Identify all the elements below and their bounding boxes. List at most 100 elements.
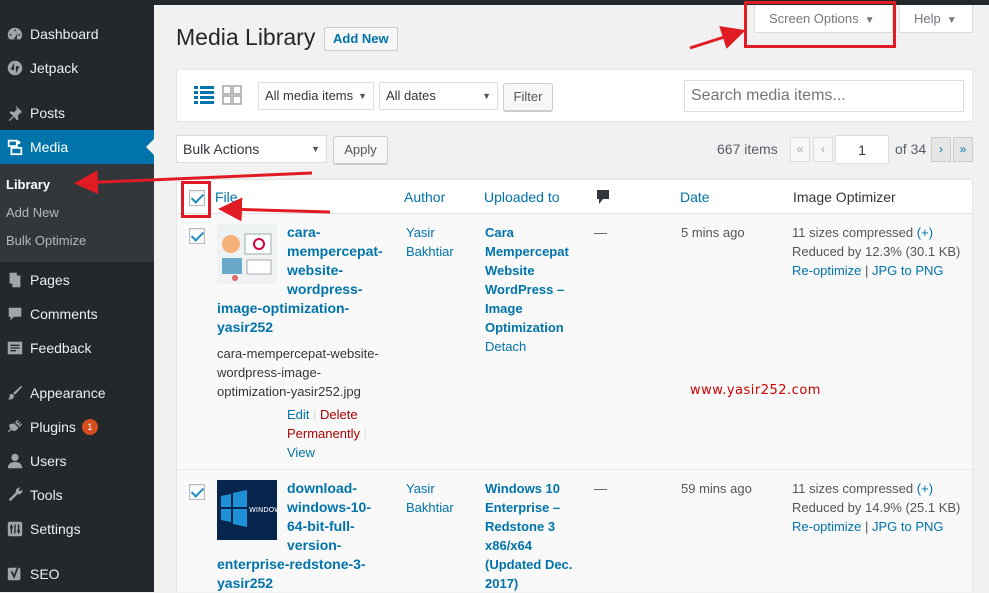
column-uploaded-to[interactable]: Uploaded to <box>484 189 560 205</box>
jpg-to-png-link[interactable]: JPG to PNG <box>872 263 944 278</box>
pages-icon <box>0 271 30 289</box>
help-button[interactable]: Help ▼ <box>899 5 973 33</box>
jetpack-icon <box>0 59 30 77</box>
date-filter[interactable]: All dates ▼ <box>379 82 498 110</box>
edit-link[interactable]: Edit <box>287 407 309 422</box>
author-link[interactable]: Yasir Bakhtiar <box>406 479 454 517</box>
sidebar-item-label: Posts <box>30 105 66 121</box>
feedback-icon <box>0 339 30 357</box>
yoast-icon <box>0 565 30 583</box>
wrench-icon <box>0 486 30 504</box>
dashboard-icon <box>0 25 30 43</box>
row-checkbox[interactable] <box>189 228 205 244</box>
sidebar-item-plugins[interactable]: Plugins 1 <box>0 410 154 444</box>
re-optimize-link[interactable]: Re-optimize <box>792 263 861 278</box>
settings-icon <box>0 520 30 538</box>
first-page-button[interactable]: « <box>790 137 810 162</box>
comment-bubble-icon[interactable] <box>596 189 610 209</box>
media-toolbar: All media items ▼ All dates ▼ Filter <box>176 69 973 122</box>
optimizer-status: 11 sizes compressed (+) Reduced by 14.9%… <box>792 481 961 534</box>
update-count-badge: 1 <box>81 419 98 435</box>
sidebar-item-feedback[interactable]: Feedback <box>0 331 154 365</box>
submenu-item-bulk-optimize[interactable]: Bulk Optimize <box>6 233 86 248</box>
table-row: cara- mempercepat- website- wordpress- i… <box>176 214 973 469</box>
page-title: Media Library <box>176 24 316 50</box>
filter-button[interactable]: Filter <box>503 83 553 111</box>
optimizer-status: 11 sizes compressed (+) Reduced by 12.3%… <box>792 225 961 278</box>
sidebar-item-label: Appearance <box>30 385 106 401</box>
thumbnail-text: WINDOWS <box>249 506 277 514</box>
expand-sizes-link[interactable]: (+) <box>917 481 933 496</box>
sidebar-item-label: Jetpack <box>30 60 79 76</box>
media-icon <box>0 138 30 156</box>
row-checkbox[interactable] <box>189 484 205 500</box>
sidebar-item-users[interactable]: Users <box>0 444 154 478</box>
sidebar-item-comments[interactable]: Comments <box>0 297 154 331</box>
table-row: WINDOWS download- windows-10- 64-bit-ful… <box>176 469 973 592</box>
search-input[interactable] <box>684 80 964 112</box>
sidebar-item-label: Media <box>30 139 69 155</box>
file-name: cara-mempercepat-website- wordpress-imag… <box>217 346 379 399</box>
thumbnail-image[interactable] <box>217 224 277 284</box>
sidebar-item-jetpack[interactable]: Jetpack <box>0 51 154 85</box>
file-title-link[interactable]: cara- mempercepat- website- wordpress- i… <box>217 223 399 337</box>
column-file[interactable]: File <box>215 189 238 205</box>
grid-view-icon[interactable] <box>222 85 242 108</box>
current-page-input[interactable] <box>835 135 889 164</box>
sidebar-item-label: Settings <box>30 521 81 537</box>
last-page-button[interactable]: » <box>953 137 973 162</box>
total-pages: of 34 <box>895 141 927 157</box>
add-new-button[interactable]: Add New <box>324 27 398 51</box>
sidebar-item-media[interactable]: Media <box>0 130 154 164</box>
dropdown-arrow-icon: ▼ <box>311 144 320 154</box>
next-page-button[interactable]: › <box>931 137 951 162</box>
prev-page-button[interactable]: ‹ <box>813 137 833 162</box>
sidebar-item-appearance[interactable]: Appearance <box>0 376 154 410</box>
thumbnail-image[interactable]: WINDOWS <box>217 480 277 540</box>
bulk-actions-select[interactable]: Bulk Actions ▼ <box>176 135 327 163</box>
arrow-to-screen-options <box>689 26 746 50</box>
detach-link[interactable]: Detach <box>485 337 526 356</box>
user-icon <box>0 452 30 470</box>
comment-count: — <box>594 225 607 240</box>
column-date[interactable]: Date <box>680 189 710 205</box>
media-type-value: All media items <box>265 88 354 103</box>
sidebar-item-label: Tools <box>30 487 63 503</box>
sidebar-item-posts[interactable]: Posts <box>0 96 154 130</box>
sidebar-item-settings[interactable]: Settings <box>0 512 154 546</box>
date-filter-value: All dates <box>386 88 436 103</box>
submenu-item-library[interactable]: Library <box>6 177 50 192</box>
submenu-item-add-new[interactable]: Add New <box>6 205 59 220</box>
admin-sidebar: Dashboard Jetpack Posts Media Library Ad… <box>0 0 154 592</box>
author-link[interactable]: Yasir Bakhtiar <box>406 223 454 261</box>
media-type-filter[interactable]: All media items ▼ <box>258 82 374 110</box>
upload-date: 5 mins ago <box>681 225 745 240</box>
re-optimize-link[interactable]: Re-optimize <box>792 519 861 534</box>
expand-sizes-link[interactable]: (+) <box>917 225 933 240</box>
brush-icon <box>0 384 30 402</box>
highlight-box-screen-options <box>744 1 896 48</box>
apply-button[interactable]: Apply <box>333 136 388 164</box>
uploaded-to-link[interactable]: Cara Mempercepat Website WordPress – Ima… <box>485 223 580 337</box>
media-submenu: Library Add New Bulk Optimize <box>0 164 154 262</box>
sidebar-item-label: Pages <box>30 272 70 288</box>
bulk-actions-value: Bulk Actions <box>183 141 260 157</box>
comment-icon <box>0 305 30 323</box>
watermark-text: www.yasir252.com <box>690 383 821 398</box>
help-label: Help <box>914 11 941 26</box>
column-author[interactable]: Author <box>404 189 445 205</box>
jpg-to-png-link[interactable]: JPG to PNG <box>872 519 944 534</box>
list-view-icon[interactable] <box>194 85 214 108</box>
sidebar-item-tools[interactable]: Tools <box>0 478 154 512</box>
sidebar-item-label: Users <box>30 453 67 469</box>
uploaded-to-link[interactable]: Windows 10 Enterprise – Redstone 3 x86/x… <box>485 479 580 593</box>
dropdown-arrow-icon: ▼ <box>482 91 491 101</box>
sidebar-item-label: SEO <box>30 566 60 582</box>
pin-icon <box>0 104 30 122</box>
file-title-link[interactable]: download- windows-10- 64-bit-full- versi… <box>217 479 399 593</box>
sidebar-item-dashboard[interactable]: Dashboard <box>0 17 154 51</box>
sidebar-item-pages[interactable]: Pages <box>0 263 154 297</box>
sidebar-item-label: Plugins <box>30 419 76 435</box>
view-link[interactable]: View <box>287 445 315 460</box>
sidebar-item-seo[interactable]: SEO <box>0 557 154 591</box>
